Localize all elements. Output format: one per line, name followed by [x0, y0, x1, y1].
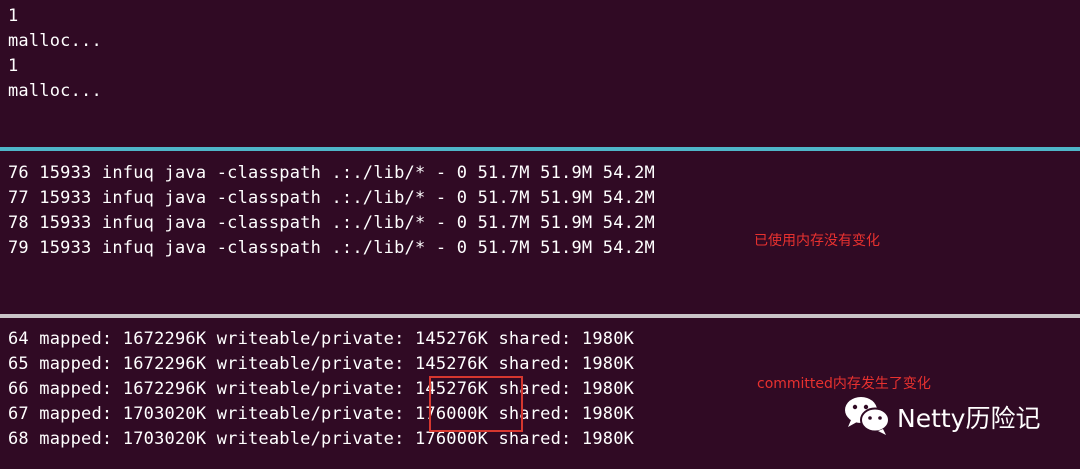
- terminal-line: 68 mapped: 1703020K writeable/private: 1…: [8, 429, 635, 449]
- terminal-line: 78 15933 infuq java -classpath .:./lib/*…: [8, 213, 655, 233]
- terminal-line: 67 mapped: 1703020K writeable/private: 1…: [8, 404, 635, 424]
- terminal-line: 64 mapped: 1672296K writeable/private: 1…: [8, 329, 635, 349]
- terminal-line: 1: [8, 56, 19, 76]
- annotation-committed-memory: committed内存发生了变化: [757, 376, 931, 392]
- terminal-pane-middle[interactable]: 76 15933 infuq java -classpath .:./lib/*…: [0, 151, 1080, 314]
- terminal-line: malloc...: [8, 81, 102, 101]
- terminal-pane-top[interactable]: 1 malloc... 1 malloc...: [0, 0, 1080, 147]
- terminal-line: 1: [8, 6, 19, 26]
- highlight-box: [429, 376, 523, 432]
- terminal-line: 77 15933 infuq java -classpath .:./lib/*…: [8, 188, 655, 208]
- terminal-line: malloc...: [8, 31, 102, 51]
- terminal-line: 76 15933 infuq java -classpath .:./lib/*…: [8, 163, 655, 183]
- wechat-icon: [843, 394, 891, 440]
- terminal-line: 79 15933 infuq java -classpath .:./lib/*…: [8, 238, 655, 258]
- watermark: Netty历险记: [843, 394, 1040, 440]
- terminal-line: 66 mapped: 1672296K writeable/private: 1…: [8, 379, 635, 399]
- watermark-text: Netty历险记: [897, 404, 1041, 433]
- terminal-line: 65 mapped: 1672296K writeable/private: 1…: [8, 354, 635, 374]
- annotation-used-memory: 已使用内存没有变化: [754, 233, 880, 249]
